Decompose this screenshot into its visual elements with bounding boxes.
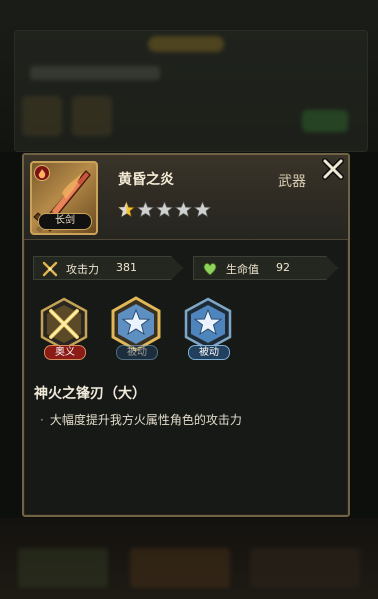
background-icon <box>72 96 112 136</box>
background-tile <box>18 548 108 588</box>
background-title <box>30 66 160 80</box>
rank-badge <box>34 165 50 181</box>
stat-value: 381 <box>116 261 137 274</box>
stat-label: 生命值 <box>226 263 259 276</box>
weapon-icon-frame: 长剑 <box>30 161 98 235</box>
skill-description: · 大幅度提升我方火属性角色的攻击力 <box>40 411 242 428</box>
skill-description-text: 大幅度提升我方火属性角色的攻击力 <box>49 413 242 427</box>
background-gold-bar <box>148 36 224 52</box>
skill-passive-1[interactable]: 被动 <box>108 296 164 360</box>
skill-tag: 被动 <box>188 345 230 360</box>
star-filled-icon <box>118 201 135 218</box>
heart-icon <box>203 263 217 276</box>
flame-element-icon <box>38 169 46 179</box>
item-category: 武器 <box>278 174 306 190</box>
stat-label: 攻击力 <box>66 263 99 276</box>
close-icon[interactable] <box>321 157 345 181</box>
star-empty-icon <box>156 201 173 218</box>
star-empty-icon <box>175 201 192 218</box>
star-empty-icon <box>137 201 154 218</box>
background-tile <box>130 548 230 588</box>
skill-tag: 奥义 <box>44 345 86 360</box>
star-hexagon-skill-icon <box>184 297 232 351</box>
stat-value: 92 <box>276 261 290 274</box>
background-tile <box>250 548 360 588</box>
item-name: 黄昏之炎 <box>118 172 174 188</box>
skill-tag: 被动 <box>116 345 158 360</box>
item-header: 长剑 黄昏之炎 武器 <box>24 155 348 240</box>
skill-passive-2[interactable]: 被动 <box>180 296 236 360</box>
stat-hp: 生命值 92 <box>193 256 338 280</box>
skill-ultimate[interactable]: 奥义 <box>36 296 92 360</box>
skill-name: 神火之锋刃（大） <box>34 386 146 402</box>
bullet-icon: · <box>40 413 44 427</box>
background-green-button <box>302 110 348 132</box>
star-hexagon-skill-icon <box>111 296 161 352</box>
crossed-swords-skill-icon <box>40 297 88 351</box>
star-empty-icon <box>194 201 211 218</box>
stat-attack: 攻击力 381 <box>33 256 183 280</box>
item-detail-popup: 长剑 黄昏之炎 武器 攻击力 381 生命值 92 奥义 被动 被动 神火之锋刃… <box>22 153 350 517</box>
star-rating <box>118 201 211 218</box>
swords-icon <box>42 261 58 277</box>
weapon-type-tag: 长剑 <box>38 213 92 230</box>
background-icon <box>22 96 62 136</box>
